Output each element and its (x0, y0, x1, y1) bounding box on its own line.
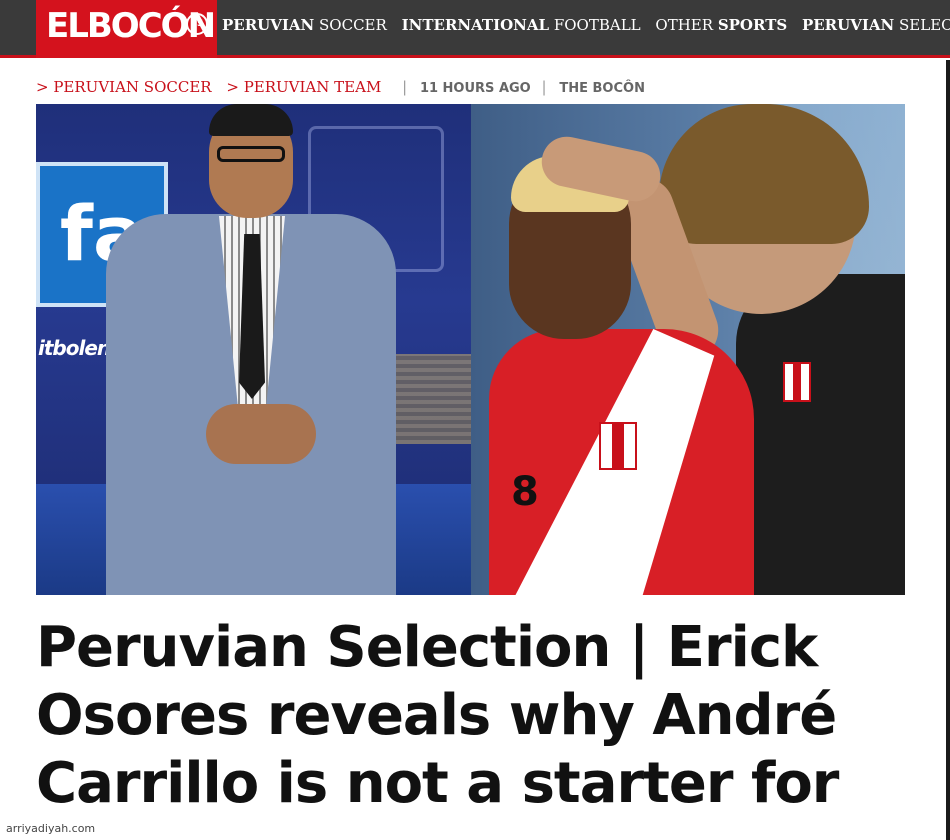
breadcrumb-peruvian-team[interactable]: > PERUVIAN TEAM (226, 78, 381, 96)
publish-time: 11 HOURS AGO (419, 81, 531, 96)
window-edge (946, 60, 950, 840)
jersey-crest (599, 422, 637, 470)
breadcrumb: > PERUVIAN SOCCER > PERUVIAN TEAM | 11 H… (36, 78, 645, 96)
separator: | (541, 78, 547, 96)
coach-shirt (736, 274, 905, 595)
article-image-players: 8 (471, 104, 905, 595)
nav-peruvian-selection[interactable]: PERUVIAN SELECTIO (802, 16, 950, 34)
watermark: arriyadiyah.com (6, 822, 96, 835)
nav-peruvian-soccer[interactable]: PERUVIAN SOCCER (222, 16, 387, 34)
article-headline: Peruvian Selection | Erick Osores reveal… (36, 615, 839, 816)
author-name[interactable]: THE BOCÔN (559, 81, 645, 96)
presenter-glasses (217, 146, 285, 162)
breadcrumb-peruvian-soccer[interactable]: > PERUVIAN SOCCER (36, 78, 212, 96)
logo-badge: 95 (186, 13, 208, 35)
presenter-hands (206, 404, 316, 464)
main-menu: PERUVIAN SOCCER INTERNATIONAL FOOTBALL O… (222, 16, 950, 34)
presenter-hair (209, 104, 293, 136)
separator: | (402, 78, 408, 96)
article-image-presenter: fa itbolenam (36, 104, 471, 595)
site-logo[interactable]: ELBOCÓN 95 (36, 0, 217, 58)
top-nav: ELBOCÓN 95 PERUVIAN SOCCER INTERNATIONAL… (0, 0, 950, 58)
nav-international-football[interactable]: INTERNATIONAL FOOTBALL (402, 16, 641, 34)
jersey-number: 8 (511, 469, 539, 515)
coach-crest (783, 362, 811, 402)
nav-other-sports[interactable]: OTHER SPORTS (655, 16, 787, 34)
